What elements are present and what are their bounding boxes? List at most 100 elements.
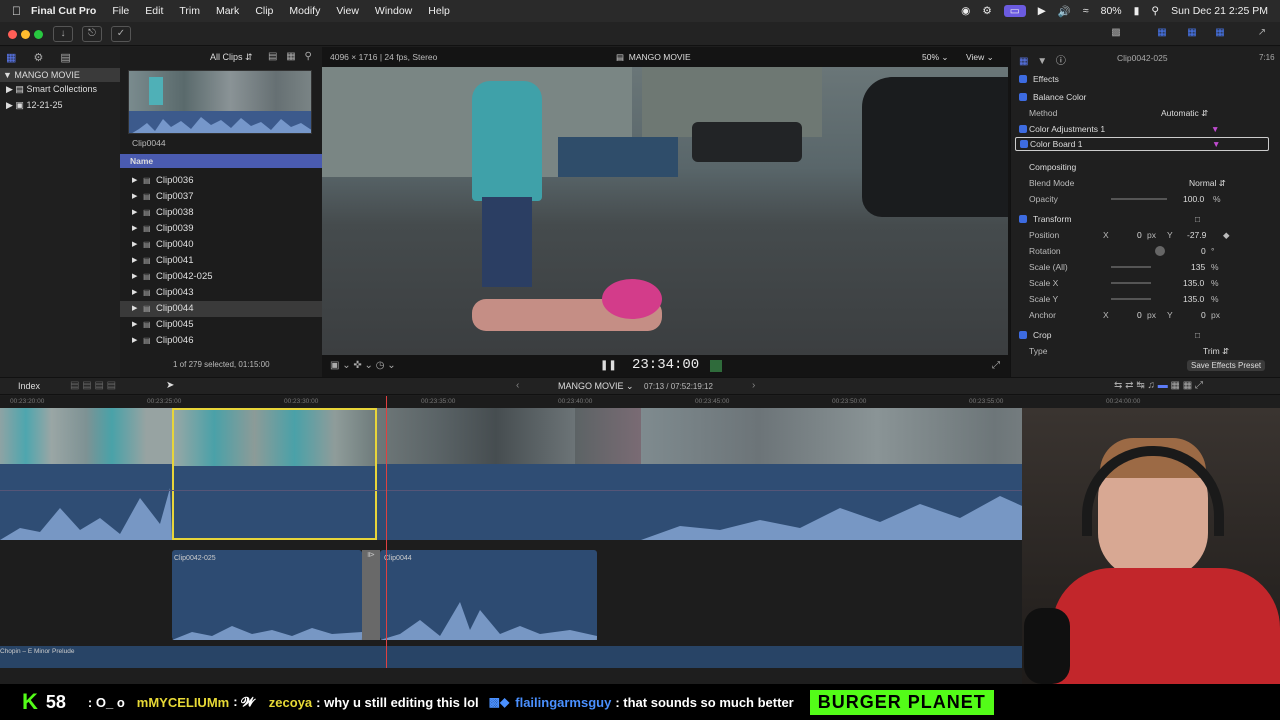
scale-all-slider[interactable] [1111, 266, 1151, 268]
menu-clip[interactable]: Clip [255, 5, 273, 17]
disclosure-icon[interactable]: ▶ [132, 237, 137, 253]
clip-filter[interactable]: All Clips ⇵ [210, 52, 253, 63]
crop-checkbox[interactable] [1019, 331, 1027, 339]
disclosure-icon[interactable]: ▶ [132, 333, 137, 349]
libraries-icon[interactable]: ▦ [6, 52, 16, 64]
import-icon[interactable]: ↓ [53, 26, 73, 42]
history-forward-icon[interactable]: › [752, 380, 755, 391]
background-tasks-icon[interactable]: ✓ [111, 26, 131, 42]
timecode-display[interactable]: 23:34:00 [632, 357, 699, 373]
library-item-mango-movie[interactable]: ▼ MANGO MOVIE [0, 68, 120, 82]
disclosure-icon[interactable]: ▶ [132, 285, 137, 301]
crop-overlay-toggle-icon[interactable]: □ [1195, 327, 1200, 343]
clip-row[interactable]: ▶ ▤ Clip0046 [120, 333, 322, 349]
clip-row[interactable]: ▶ ▤ Clip0037 [120, 189, 322, 205]
list-view-icon[interactable]: ▤ [268, 51, 277, 62]
disclosure-icon[interactable]: ▶ [132, 317, 137, 333]
history-back-icon[interactable]: ‹ [516, 380, 519, 391]
menu-view[interactable]: View [336, 5, 359, 17]
color-adjustments-checkbox[interactable] [1019, 125, 1027, 133]
anchor-x-value[interactable]: 0 [1137, 307, 1142, 323]
blend-mode-dropdown[interactable]: Normal ⇵ [1189, 175, 1226, 191]
menu-window[interactable]: Window [375, 5, 412, 17]
transform-row[interactable]: Transform □ [1011, 211, 1280, 227]
close-button[interactable] [8, 30, 17, 39]
info-inspector-icon[interactable]: ⓘ [1056, 56, 1066, 67]
clip-row[interactable]: ▶ ▤ Clip0041 [120, 253, 322, 269]
view-dropdown[interactable]: View ⌄ [966, 52, 994, 63]
crop-row[interactable]: Crop □ [1011, 327, 1280, 343]
balance-color-checkbox[interactable] [1019, 93, 1027, 101]
scale-y-value[interactable]: 135.0 [1183, 291, 1204, 307]
crop-type-dropdown[interactable]: Trim ⇵ [1203, 343, 1229, 359]
edit-tools-icon[interactable]: ▤ ▤ ▤ ▤ [70, 380, 116, 391]
effects-section[interactable]: Effects [1011, 71, 1280, 87]
clip-appearance-icon[interactable]: ▦ [286, 51, 295, 62]
timeline-project[interactable]: MANGO MOVIE ⌄ [558, 381, 634, 392]
transform-checkbox[interactable] [1019, 215, 1027, 223]
color-board-checkbox[interactable] [1020, 140, 1028, 148]
method-dropdown[interactable]: Automatic ⇵ [1161, 105, 1208, 121]
select-tool-icon[interactable]: ➤ [166, 380, 174, 391]
play-pause-button[interactable]: ❚❚ [600, 360, 617, 371]
clip-row[interactable]: ▶ ▤ Clip0042-025 [120, 269, 322, 285]
anchor-y-value[interactable]: 0 [1201, 307, 1206, 323]
share-icon[interactable]: ▩ [1106, 26, 1126, 42]
transform-overlay-toggle-icon[interactable]: □ [1195, 211, 1200, 227]
filmstrip-preview[interactable] [128, 70, 312, 134]
keywords-icon[interactable]: ⎋ [82, 26, 102, 42]
filter-inspector-icon[interactable]: ▼ [1037, 56, 1047, 67]
disclosure-icon[interactable]: ▶ [132, 221, 137, 237]
settings-icon[interactable]: ⚙ [982, 5, 991, 17]
color-adjustments-row[interactable]: Color Adjustments 1 ▼ [1011, 121, 1280, 137]
disclosure-icon[interactable]: ▶ [132, 173, 137, 189]
timeline-ruler[interactable]: 00:23:20:00 00:23:25:00 00:23:30:00 00:23:3… [0, 396, 1230, 408]
rotation-dial[interactable] [1155, 246, 1165, 256]
disclosure-icon[interactable]: ▶ [132, 269, 137, 285]
record-icon[interactable]: ◉ [961, 5, 970, 17]
scale-x-slider[interactable] [1111, 282, 1151, 284]
scale-x-value[interactable]: 135.0 [1183, 275, 1204, 291]
playhead[interactable] [386, 396, 387, 668]
menu-help[interactable]: Help [428, 5, 450, 17]
wifi-icon[interactable]: ≈ [1083, 5, 1089, 17]
photos-icon[interactable]: ⚙ [33, 52, 43, 64]
menu-file[interactable]: File [112, 5, 129, 17]
inspector-layout-icon[interactable]: ▦ [1210, 26, 1230, 42]
clip-row[interactable]: ▶ ▤ Clip0045 [120, 317, 322, 333]
color-adjustments-icon[interactable]: ▼ [1211, 121, 1219, 137]
browser-layout-icon[interactable]: ▦ [1152, 26, 1172, 42]
menu-modify[interactable]: Modify [289, 5, 320, 17]
library-item-event[interactable]: ▶ ▣ 12-21-25 [6, 100, 62, 111]
volume-icon[interactable]: 🔊 [1058, 5, 1071, 18]
rotation-value[interactable]: 0 [1201, 243, 1206, 259]
menu-trim[interactable]: Trim [179, 5, 200, 17]
clip-row[interactable]: ▶ ▤ Clip0040 [120, 237, 322, 253]
search-icon[interactable]: ⚲ [1151, 5, 1159, 17]
battery-icon[interactable]: ▮ [1134, 5, 1140, 17]
library-item-smart-collections[interactable]: ▶ ▤ Smart Collections [6, 84, 97, 95]
color-board-row[interactable]: Color Board 1 ▼ [1015, 137, 1269, 151]
scale-all-value[interactable]: 135 [1191, 259, 1205, 275]
position-y-value[interactable]: -27.9 [1187, 227, 1206, 243]
disclosure-icon[interactable]: ▶ [132, 301, 137, 317]
scale-y-slider[interactable] [1111, 298, 1151, 300]
video-frame[interactable] [322, 67, 1008, 355]
transition[interactable]: ⧐ [362, 550, 380, 640]
video-inspector-icon[interactable]: ▦ [1019, 56, 1028, 67]
color-board-icon[interactable]: ▼ [1212, 138, 1220, 150]
clip-row[interactable]: ▶ ▤ Clip0044 [120, 301, 322, 317]
datetime[interactable]: Sun Dec 21 2:25 PM [1171, 5, 1268, 17]
minimize-button[interactable] [21, 30, 30, 39]
zoom-dropdown[interactable]: 50% ⌄ [922, 52, 949, 63]
effects-checkbox[interactable] [1019, 75, 1027, 83]
timeline-options-icons[interactable]: ⇆ ⇄ ↹ ♫ ▬ ▦ ▦ ⤢ [1114, 380, 1203, 391]
menu-mark[interactable]: Mark [216, 5, 239, 17]
disclosure-icon[interactable]: ▶ [132, 253, 137, 269]
opacity-slider[interactable] [1111, 198, 1167, 200]
index-button[interactable]: Index [18, 381, 40, 391]
play-status-icon[interactable]: ▶ [1038, 5, 1046, 17]
clip-row[interactable]: ▶ ▤ Clip0036 [120, 173, 322, 189]
position-x-value[interactable]: 0 [1137, 227, 1142, 243]
position-keyframe-icon[interactable]: ◆ [1223, 227, 1230, 243]
